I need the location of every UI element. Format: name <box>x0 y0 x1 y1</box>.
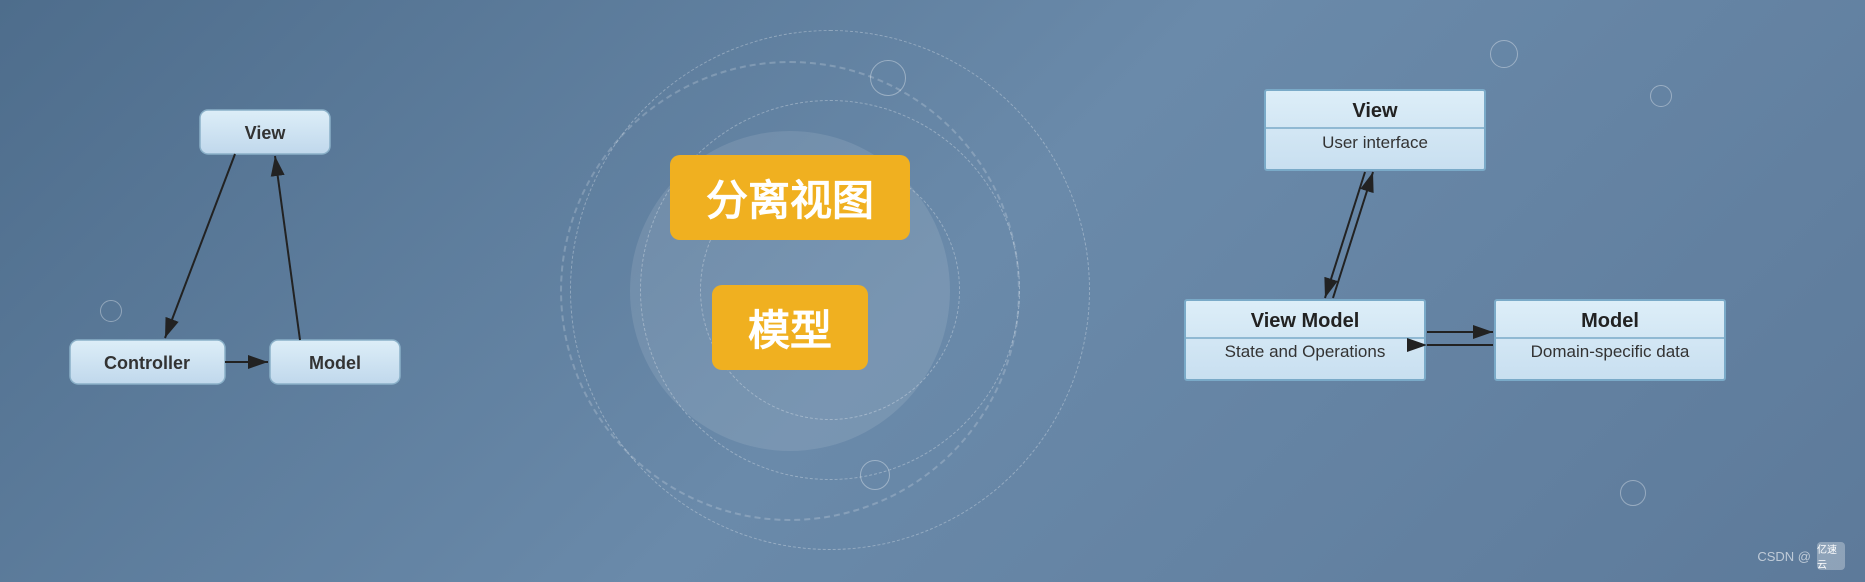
svg-text:User interface: User interface <box>1322 133 1428 152</box>
center-label-2-text: 模型 <box>748 307 832 354</box>
svg-text:Domain-specific data: Domain-specific data <box>1531 342 1690 361</box>
watermark: CSDN @ 亿速云 <box>1757 542 1845 570</box>
svg-text:View: View <box>245 123 287 143</box>
center-area: 分离视图 模型 <box>530 0 1050 582</box>
watermark-text: CSDN @ <box>1757 549 1811 564</box>
mvc-diagram-svg: View Controller Model <box>60 80 480 460</box>
svg-text:View Model: View Model <box>1251 310 1360 332</box>
svg-text:View: View <box>1352 100 1398 122</box>
mvvm-arrows-svg: View User interface View Model State and… <box>1165 70 1785 490</box>
mvvm-diagram: View User interface View Model State and… <box>1165 70 1785 490</box>
svg-text:State and Operations: State and Operations <box>1225 342 1386 361</box>
svg-text:Model: Model <box>1581 310 1639 332</box>
chinese-label-1: 分离视图 <box>670 155 910 240</box>
watermark-logo-text: 亿速云 <box>1817 541 1845 571</box>
watermark-logo: 亿速云 <box>1817 542 1845 570</box>
chinese-label-2: 模型 <box>712 285 868 370</box>
svg-text:Model: Model <box>309 353 361 373</box>
center-label-1-text: 分离视图 <box>706 177 874 224</box>
main-container: View Controller Model 分离视图 模 <box>0 0 1865 582</box>
small-circle-2 <box>1490 40 1518 68</box>
svg-text:Controller: Controller <box>104 353 190 373</box>
